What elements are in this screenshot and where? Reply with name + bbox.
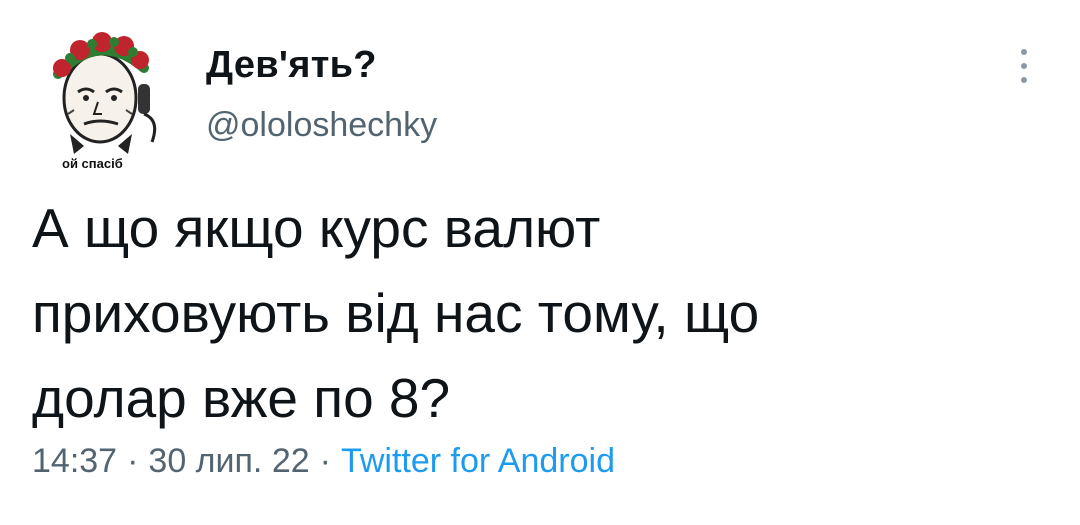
tweet-card: ой спасіб Дев'ять? @ololoshechky А що як… [0, 0, 1080, 525]
display-name[interactable]: Дев'ять? [206, 44, 377, 87]
meme-face-avatar-icon: ой спасіб [53, 32, 157, 171]
tweet-time[interactable]: 14:37 [32, 442, 117, 480]
tweet-meta: 14:37 · 30 лип. 22 · Twitter for Android [32, 442, 615, 481]
meta-separator: · [127, 442, 139, 480]
tweet-source-link[interactable]: Twitter for Android [341, 442, 615, 480]
tweet-text: А що якщо курс валют приховують від нас … [32, 197, 760, 429]
user-handle[interactable]: @ololoshechky [206, 106, 437, 145]
tweet-date[interactable]: 30 лип. 22 [148, 442, 309, 480]
avatar[interactable]: ой спасіб [40, 22, 182, 172]
more-vertical-icon[interactable] [1012, 46, 1036, 86]
avatar-caption: ой спасіб [62, 156, 123, 171]
meta-separator: · [319, 442, 331, 480]
